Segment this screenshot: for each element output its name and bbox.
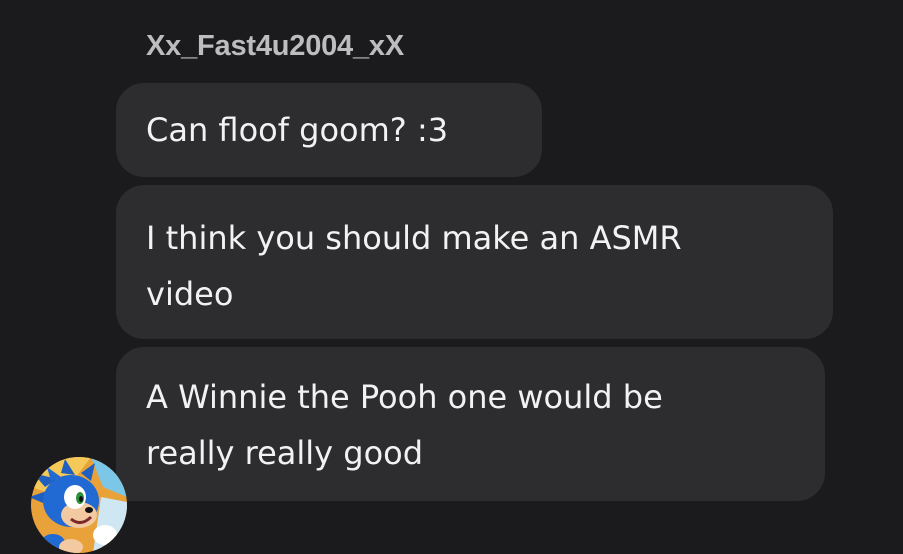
message-bubble[interactable]: I think you should make an ASMR video — [116, 185, 833, 339]
message-bubble[interactable]: Can floof goom? :3 — [116, 83, 542, 177]
sender-avatar[interactable] — [31, 457, 127, 553]
sender-name[interactable]: Xx_Fast4u2004_xX — [146, 30, 404, 63]
sonic-hedgehog-avatar-icon — [31, 457, 127, 553]
message-bubble[interactable]: A Winnie the Pooh one would be really re… — [116, 347, 825, 501]
chat-thread: Xx_Fast4u2004_xX Can floof goom? :3 I th… — [0, 0, 903, 554]
